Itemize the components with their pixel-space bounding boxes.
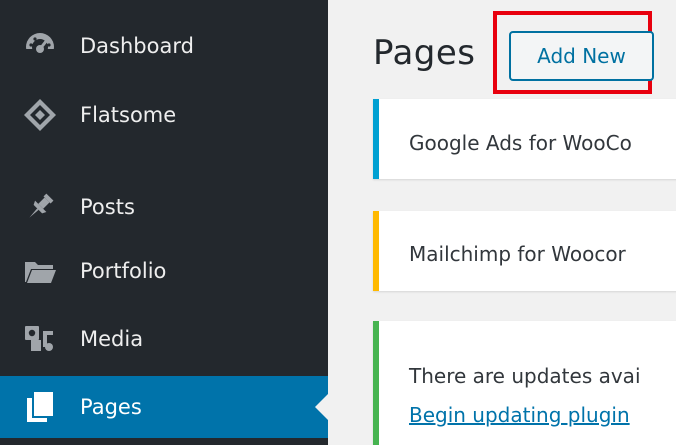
sidebar-item-flatsome[interactable]: Flatsome — [0, 84, 328, 146]
sidebar-item-label: Media — [80, 327, 144, 351]
sidebar-item-label: Dashboard — [80, 34, 194, 58]
admin-sidebar: Dashboard Flatsome Posts Portfolio Media… — [0, 0, 328, 445]
notice-text: Google Ads for WooCo — [409, 131, 632, 155]
notice-success: There are updates avai Begin updating pl… — [373, 321, 676, 445]
flatsome-icon — [22, 97, 58, 133]
sidebar-item-pages[interactable]: Pages — [0, 376, 328, 438]
notice-text: Mailchimp for Woocor — [409, 242, 626, 266]
sidebar-item-posts[interactable]: Posts — [0, 176, 328, 238]
page-title: Pages — [373, 33, 476, 73]
notice-info: Google Ads for WooCo — [373, 99, 676, 179]
sidebar-item-dashboard[interactable]: Dashboard — [0, 15, 328, 77]
sidebar-item-label: Flatsome — [80, 103, 177, 127]
page-icon — [22, 389, 58, 425]
dashboard-icon — [22, 28, 58, 64]
media-icon — [22, 321, 58, 357]
sidebar-item-label: Pages — [80, 395, 142, 419]
sidebar-item-label: Posts — [80, 195, 135, 219]
add-new-button[interactable]: Add New — [509, 31, 654, 81]
sidebar-item-label: Portfolio — [80, 259, 167, 283]
main-content: Pages Add New Google Ads for WooCo Mailc… — [328, 0, 676, 445]
sidebar-item-media[interactable]: Media — [0, 308, 328, 370]
pin-icon — [22, 189, 58, 225]
notice-text: There are updates avai — [409, 364, 641, 388]
notice-warning: Mailchimp for Woocor — [373, 211, 676, 291]
begin-updating-link[interactable]: Begin updating plugin — [409, 403, 630, 427]
sidebar-item-portfolio[interactable]: Portfolio — [0, 240, 328, 302]
folder-icon — [22, 253, 58, 289]
